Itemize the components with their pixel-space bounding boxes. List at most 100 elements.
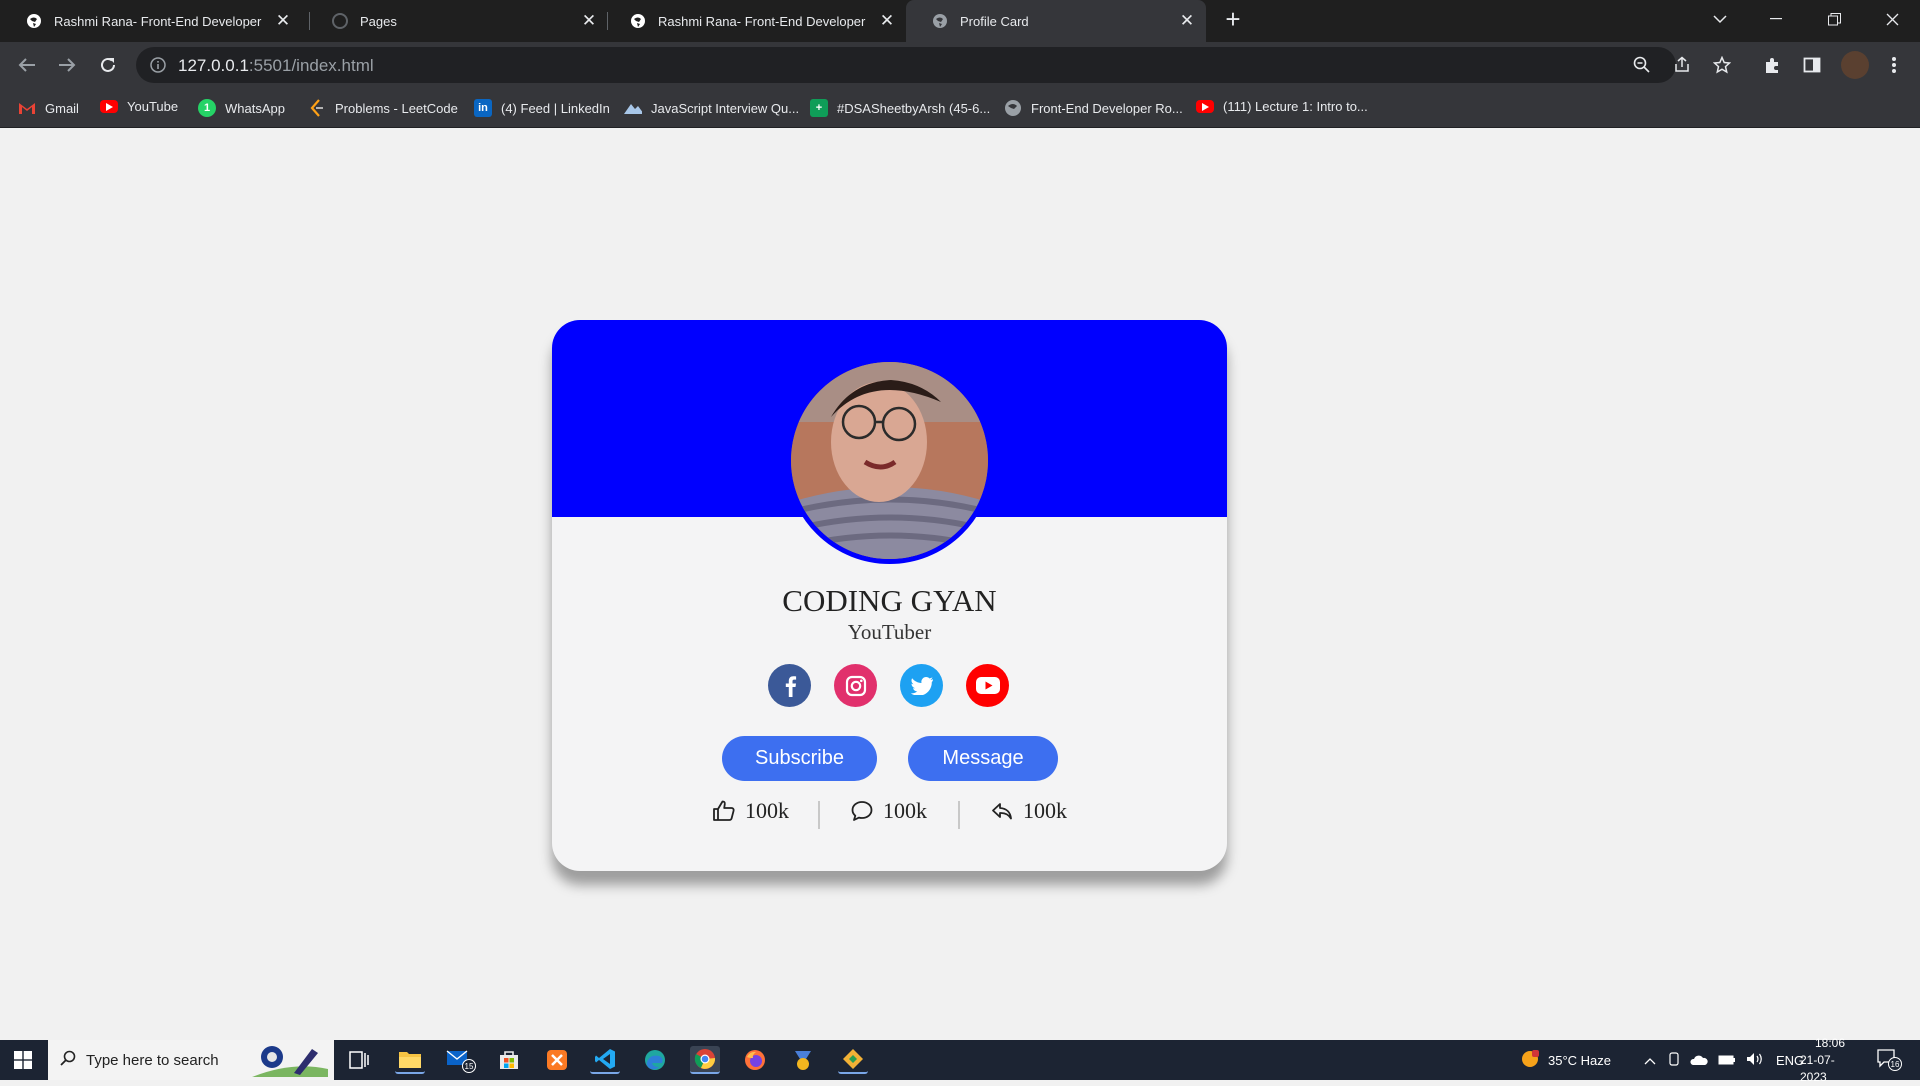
url-path: :5501/index.html — [248, 56, 374, 75]
onedrive-icon[interactable] — [1690, 1053, 1708, 1068]
comments-stat[interactable]: 100k — [850, 795, 927, 827]
notification-count: 16 — [1891, 1060, 1900, 1069]
forward-icon[interactable] — [55, 53, 79, 77]
tab-pages[interactable]: Pages ✕ — [306, 0, 608, 42]
tab-title: Pages — [360, 13, 397, 29]
profile-role: YouTuber — [847, 620, 932, 644]
browser-toolbar: 127.0.0.1:5501/index.html — [0, 42, 1920, 88]
url-text: 127.0.0.1:5501/index.html — [178, 56, 374, 76]
notification-center[interactable]: 16 — [1876, 1040, 1902, 1080]
stat-divider — [818, 801, 820, 829]
bookmark-dsasheet[interactable]: + #DSASheetbyArsh (45-6... — [810, 99, 990, 117]
extensions-icon[interactable] — [1760, 53, 1784, 77]
bookmarks-bar: Gmail YouTube 1 WhatsApp Problems - LeetC… — [0, 88, 1920, 128]
subscribe-button[interactable]: Subscribe — [722, 736, 877, 781]
message-button[interactable]: Message — [908, 736, 1058, 781]
tab-title: Rashmi Rana- Front-End Developer — [54, 13, 262, 29]
url-host: 127.0.0.1 — [178, 56, 249, 75]
reply-arrow-icon — [992, 803, 1012, 820]
menu-dots-icon[interactable] — [1882, 53, 1906, 77]
bookmark-label: YouTube — [127, 99, 179, 114]
address-bar[interactable]: 127.0.0.1:5501/index.html — [136, 47, 1676, 83]
instagram-icon[interactable] — [834, 664, 877, 707]
xampp-icon[interactable] — [542, 1046, 572, 1074]
tab-title: Rashmi Rana- Front-End Developer — [658, 13, 866, 29]
medal-app-icon[interactable] — [788, 1046, 818, 1074]
likes-count: 100k — [745, 798, 789, 823]
close-tab-icon[interactable]: ✕ — [272, 10, 294, 32]
meet-now-icon[interactable] — [1668, 1051, 1680, 1069]
linkedin-icon: in — [474, 99, 492, 117]
likes-stat[interactable]: 100k — [712, 795, 789, 827]
bookmark-lecture[interactable]: (111) Lecture 1: Intro to... — [1196, 99, 1368, 114]
bookmark-linkedin[interactable]: in (4) Feed | LinkedIn — [474, 99, 610, 117]
sheets-icon: + — [810, 99, 828, 117]
vscode-icon[interactable] — [590, 1046, 620, 1074]
bookmark-label: #DSASheetbyArsh (45-6... — [837, 100, 991, 116]
zoom-icon[interactable] — [1630, 53, 1654, 77]
tab-search-icon[interactable] — [1692, 0, 1748, 38]
chevron-up-icon[interactable] — [1644, 1053, 1656, 1068]
mail-icon[interactable]: 15 — [446, 1046, 476, 1074]
clock-date: 21-07-2023 — [1800, 1052, 1835, 1084]
bookmark-gmail[interactable]: Gmail — [18, 99, 79, 117]
battery-icon[interactable] — [1718, 1053, 1736, 1068]
minimize-button[interactable] — [1748, 0, 1804, 38]
weather-widget[interactable]: 35°C Haze — [1520, 1040, 1611, 1080]
shares-stat[interactable]: 100k — [990, 795, 1067, 827]
globe-icon — [932, 13, 948, 29]
bookmark-leetcode[interactable]: Problems - LeetCode — [308, 99, 458, 117]
volume-icon[interactable] — [1746, 1052, 1764, 1069]
firefox-icon[interactable] — [740, 1046, 770, 1074]
bookmark-frontend[interactable]: Front-End Developer Ro... — [1004, 99, 1183, 117]
task-view-icon[interactable] — [344, 1046, 374, 1074]
side-panel-icon[interactable] — [1800, 53, 1824, 77]
profile-photo — [786, 357, 993, 564]
new-tab-button[interactable]: + — [1206, 0, 1260, 38]
weather-text: 35°C Haze — [1548, 1052, 1612, 1068]
comments-count: 100k — [883, 798, 927, 823]
clock[interactable]: 18:06 21-07-2023 — [1800, 1036, 1860, 1084]
tab-rashmi-1[interactable]: Rashmi Rana- Front-End Developer ✕ — [0, 0, 302, 42]
leetcode-icon — [308, 99, 326, 117]
git-app-icon[interactable] — [838, 1046, 868, 1074]
bookmark-whatsapp[interactable]: 1 WhatsApp — [198, 99, 285, 117]
profile-avatar[interactable] — [1841, 51, 1869, 79]
clock-time: 18:06 — [1814, 1035, 1846, 1050]
restore-button[interactable] — [1806, 0, 1862, 38]
windows-start-icon[interactable] — [8, 1046, 38, 1074]
chrome-icon[interactable] — [690, 1046, 720, 1074]
youtube-icon[interactable] — [966, 664, 1009, 707]
taskbar-search-box[interactable]: Type here to search — [48, 1040, 334, 1080]
globe-icon — [1004, 99, 1022, 117]
reload-icon[interactable] — [96, 53, 120, 77]
facebook-icon[interactable] — [768, 664, 811, 707]
file-explorer-icon[interactable] — [395, 1046, 425, 1074]
site-info-icon[interactable] — [146, 53, 170, 77]
youtube-icon — [100, 100, 118, 113]
tab-profile-card[interactable]: Profile Card ✕ — [906, 0, 1206, 42]
bookmark-label: JavaScript Interview Qu... — [651, 100, 800, 116]
bookmark-javascript[interactable]: JavaScript Interview Qu... — [624, 99, 799, 117]
youtube-icon — [1196, 100, 1214, 113]
back-icon[interactable] — [15, 53, 39, 77]
share-icon[interactable] — [1670, 53, 1694, 77]
search-icon — [60, 1050, 76, 1070]
bookmark-youtube[interactable]: YouTube — [100, 99, 178, 114]
mountain-icon — [624, 99, 642, 117]
close-tab-icon[interactable]: ✕ — [578, 10, 600, 32]
store-icon[interactable] — [494, 1046, 524, 1074]
tray-icons[interactable]: ENG — [1644, 1040, 1804, 1080]
bookmark-label: Problems - LeetCode — [335, 100, 458, 116]
twitter-icon[interactable] — [900, 664, 943, 707]
bookmark-star-icon[interactable] — [1710, 53, 1734, 77]
globe-icon — [630, 13, 646, 29]
edge-icon[interactable] — [640, 1046, 670, 1074]
close-tab-icon[interactable]: ✕ — [876, 10, 898, 32]
profile-name: CODING GYAN — [782, 583, 997, 618]
browser-tab-strip: Rashmi Rana- Front-End Developer ✕ Pages… — [0, 0, 1920, 42]
close-tab-icon[interactable]: ✕ — [1176, 10, 1198, 32]
notification-icon: 16 — [1876, 1047, 1902, 1074]
tab-rashmi-2[interactable]: Rashmi Rana- Front-End Developer ✕ — [604, 0, 906, 42]
close-window-button[interactable] — [1864, 0, 1920, 38]
